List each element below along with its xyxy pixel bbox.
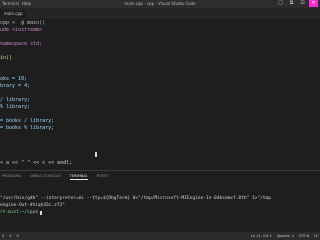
title-bar: Terminal Help main.cpp - cpp - Visual St…: [0, 0, 320, 9]
status-warnings[interactable]: 0: [16, 232, 18, 240]
terminal-line: engine-Out-dhiqh43c.zf3": [0, 203, 66, 208]
tab-ports[interactable]: PORTS: [97, 174, 108, 180]
code-line: in(): [0, 55, 13, 61]
code-line: brary = 4;: [0, 83, 31, 89]
status-eol[interactable]: LF: [314, 232, 318, 240]
code-line: % library;: [0, 104, 31, 110]
status-left: 0 0 0: [2, 232, 19, 240]
terminal-prompt[interactable]: rt-mint:~/cpp$: [0, 209, 38, 216]
split-icon[interactable]: ⧉: [287, 0, 296, 7]
status-encoding[interactable]: UTF-8: [299, 232, 309, 240]
code-line: namespace std;: [0, 41, 43, 47]
code-line: = books % library;: [0, 125, 55, 131]
terminal-line: "/usr/bin/gdb" --interpreter=mi --tty=${…: [0, 196, 271, 201]
status-bar: 0 0 0 Ln 11, Col 1 Spaces: 4 UTF-8 LF: [0, 232, 320, 240]
tab-terminal[interactable]: TERMINAL: [69, 174, 88, 180]
panel-tabs: PROBLEMS DEBUG CONSOLE TERMINAL PORTS: [2, 174, 108, 180]
breadcrumb[interactable]: cpp > @ main(): [0, 20, 45, 27]
window-title: main.cpp - cpp - Visual Studio Code: [124, 1, 196, 6]
status-right: Ln 11, Col 1 Spaces: 4 UTF-8 LF: [251, 232, 318, 240]
tab-problems[interactable]: PROBLEMS: [2, 174, 21, 180]
status-cursor-position[interactable]: Ln 11, Col 1: [251, 232, 272, 240]
code-line: < a << " " << c << endl;: [0, 160, 73, 166]
code-line: oks = 10;: [0, 76, 28, 82]
layout-icon[interactable]: □: [276, 0, 285, 7]
status-remote[interactable]: 0: [2, 232, 4, 240]
bottom-panel: PROBLEMS DEBUG CONSOLE TERMINAL PORTS "/…: [0, 170, 320, 233]
code-line: / library;: [0, 97, 31, 103]
terminal-cursor: [40, 211, 42, 215]
text-cursor: [95, 152, 97, 157]
editor-tab[interactable]: main.cpp: [0, 10, 27, 18]
window-controls: □ ⧉ ⊡ ✕: [276, 0, 318, 7]
code-line: ude <iostream>: [0, 27, 43, 33]
editor-tab-bar: main.cpp: [0, 9, 320, 19]
maximize-icon[interactable]: ⊡: [298, 0, 307, 7]
status-indentation[interactable]: Spaces: 4: [277, 232, 294, 240]
tab-debug-console[interactable]: DEBUG CONSOLE: [30, 174, 61, 180]
close-icon[interactable]: ✕: [309, 0, 318, 7]
status-errors[interactable]: 0: [9, 232, 11, 240]
code-editor[interactable]: cpp > @ main() ude <iostream> namespace …: [0, 20, 320, 170]
code-line: = books / library;: [0, 118, 55, 124]
